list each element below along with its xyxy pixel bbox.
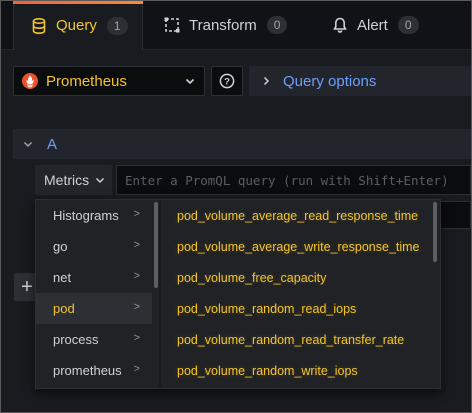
chevron-down-icon [95, 175, 105, 185]
datasource-name: Prometheus [46, 72, 127, 90]
metric-group-item[interactable]: net > [36, 262, 152, 293]
metric-name-label: pod_volume_average_write_response_time [177, 239, 420, 254]
bell-icon [331, 16, 349, 34]
tab-query-count: 1 [106, 16, 128, 35]
query-options-toggle[interactable]: Query options [249, 66, 471, 96]
tab-alert-count: 0 [397, 16, 419, 34]
metric-name-label: pod_volume_random_read_iops [177, 301, 357, 316]
tab-transform[interactable]: Transform 0 [163, 1, 288, 49]
chevron-right-icon: > [133, 332, 140, 344]
metrics-button-label: Metrics [44, 172, 90, 188]
metric-group-label: net [53, 270, 72, 285]
group-list-scrollbar[interactable] [154, 202, 158, 288]
metric-name-label: pod_volume_random_write_iops [177, 363, 358, 378]
chevron-right-icon: > [133, 301, 140, 313]
chevron-down-icon[interactable] [23, 139, 33, 149]
metric-name-item[interactable]: pod_volume_random_read_iops [161, 293, 431, 324]
metrics-cascader-menu: Histograms > go > net > pod > process > … [35, 199, 441, 389]
query-ref-id[interactable]: A [47, 136, 57, 153]
metric-name-label: pod_volume_average_read_response_time [177, 208, 419, 223]
metrics-browser-button[interactable]: Metrics [35, 165, 112, 195]
tab-query-label: Query [56, 17, 97, 34]
metric-group-label: process [53, 332, 99, 347]
metric-group-label: prometheus [53, 363, 122, 378]
metric-name-item[interactable]: pod_volume_free_capacity [161, 262, 431, 293]
metric-group-item-selected[interactable]: pod > [36, 293, 152, 324]
chevron-right-icon: > [133, 270, 140, 282]
metric-group-item[interactable]: prometheus > [36, 355, 152, 386]
metric-name-item[interactable]: pod_volume_random_read_transfer_rate [161, 324, 431, 355]
transform-icon [163, 16, 181, 34]
metric-name-label: pod_volume_free_capacity [177, 270, 327, 285]
question-circle-icon: ? [219, 73, 235, 89]
tab-alert[interactable]: Alert 0 [331, 1, 419, 49]
help-symbol: ? [224, 76, 230, 87]
tab-transform-count: 0 [266, 16, 288, 34]
help-button[interactable]: ? [211, 66, 243, 96]
chevron-right-icon [261, 76, 271, 86]
metric-group-item[interactable]: go > [36, 231, 152, 262]
chevron-right-icon: > [133, 239, 140, 251]
database-icon [30, 17, 48, 35]
editor-tabbar: Query 1 Transform 0 Alert 0 [1, 1, 471, 50]
chevron-right-icon: > [133, 208, 140, 220]
metric-list-scrollbar[interactable] [433, 202, 437, 262]
plus-icon: + [21, 275, 33, 298]
metric-group-list: Histograms > go > net > pod > process > … [36, 200, 161, 388]
prometheus-flame-icon [21, 72, 39, 90]
metric-group-item[interactable]: process > [36, 324, 152, 355]
chevron-down-icon [184, 75, 196, 87]
tab-query[interactable]: Query 1 [13, 1, 143, 50]
metric-group-label: go [53, 239, 68, 254]
metric-group-label: Histograms [53, 208, 119, 223]
tab-alert-label: Alert [357, 16, 388, 34]
chevron-right-icon: > [133, 363, 140, 375]
metric-name-item[interactable]: pod_volume_random_write_iops [161, 355, 431, 386]
query-options-label: Query options [283, 72, 377, 90]
promql-placeholder: Enter a PromQL query (run with Shift+Ent… [125, 172, 449, 188]
query-row-header[interactable]: A [13, 129, 471, 159]
metric-name-list: pod_volume_average_read_response_time po… [161, 200, 441, 388]
datasource-picker[interactable]: Prometheus [13, 66, 205, 96]
query-editor-window: Query 1 Transform 0 Alert 0 Prometheus ?… [1, 1, 471, 412]
metric-group-item[interactable]: Histograms > [36, 200, 152, 231]
metric-group-label: pod [53, 301, 75, 316]
metric-name-label: pod_volume_random_read_transfer_rate [177, 332, 405, 347]
tab-transform-label: Transform [189, 16, 257, 34]
metric-name-item[interactable]: pod_volume_average_read_response_time [161, 200, 431, 231]
metric-name-item[interactable]: pod_volume_average_write_response_time [161, 231, 431, 262]
promql-query-input[interactable]: Enter a PromQL query (run with Shift+Ent… [116, 165, 471, 195]
